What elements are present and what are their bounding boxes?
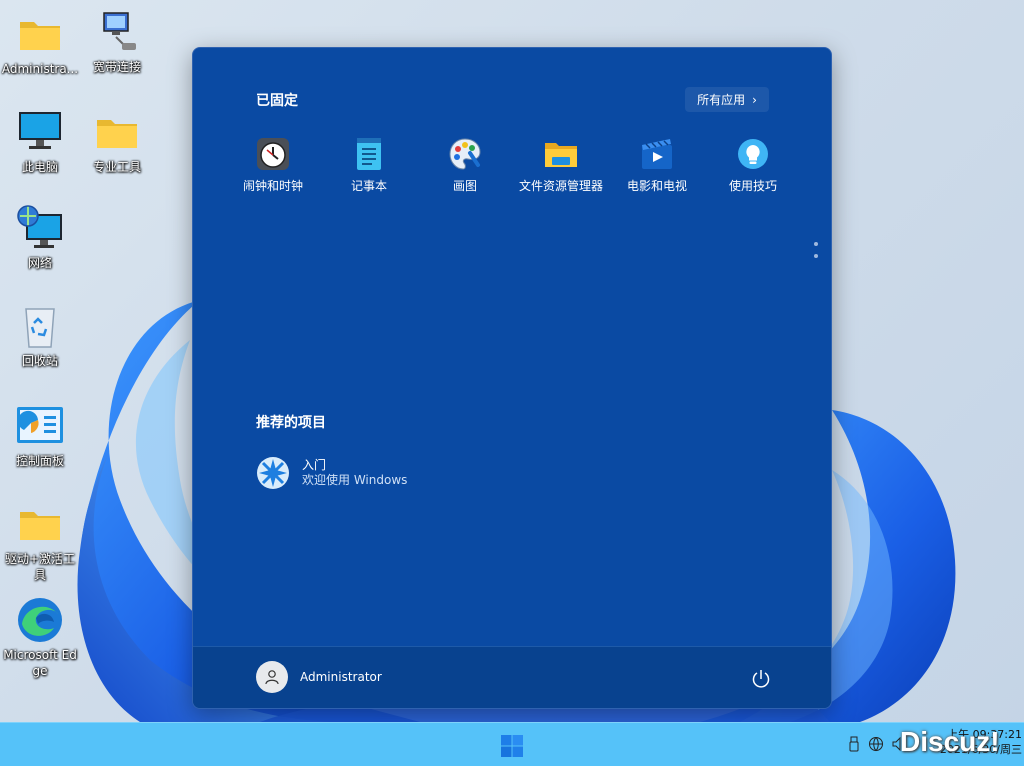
power-icon[interactable] <box>750 668 772 690</box>
system-tray <box>848 736 906 752</box>
recommended-item-title: 入门 <box>302 458 327 472</box>
start-button[interactable] <box>496 732 528 760</box>
folder-icon <box>93 108 141 156</box>
computer-icon <box>16 108 64 156</box>
recommended-item-get-started[interactable]: 入门 欢迎使用 Windows <box>256 456 407 490</box>
all-apps-label: 所有应用 <box>697 93 746 107</box>
recommended-section-title: 推荐的项目 <box>256 415 326 431</box>
desktop-icon-this-pc[interactable]: 此电脑 <box>0 108 80 175</box>
desktop-icon-broadband[interactable]: 宽带连接 <box>77 8 157 75</box>
all-apps-button[interactable]: 所有应用 › <box>685 87 769 112</box>
desktop-icon-administrator[interactable]: Administra... <box>0 10 80 77</box>
paint-icon <box>447 136 483 172</box>
pinned-section-title: 已固定 <box>256 93 298 109</box>
pinned-app-paint[interactable]: 画图 <box>417 136 513 194</box>
desktop-icon-recycle-bin[interactable]: 回收站 <box>0 302 80 369</box>
pinned-page-indicator[interactable] <box>814 242 818 266</box>
pinned-app-label: 使用技巧 <box>728 179 777 193</box>
pinned-app-label: 记事本 <box>350 179 387 193</box>
recycle-bin-icon <box>16 302 64 350</box>
folder-icon <box>16 500 64 548</box>
avatar <box>256 661 288 693</box>
pinned-app-label: 画图 <box>452 179 477 193</box>
user-icon <box>265 670 279 685</box>
pinned-app-label: 闹钟和时钟 <box>242 179 303 193</box>
taskbar: 上午 09:37:21 2021/6/30/周三 <box>0 722 1024 766</box>
pinned-app-notepad[interactable]: 记事本 <box>321 136 417 194</box>
desktop-icon-label: Administra... <box>1 62 79 76</box>
pinned-app-label: 电影和电视 <box>626 179 687 193</box>
folder-icon <box>543 136 579 172</box>
desktop-icon-label: 专业工具 <box>92 160 141 174</box>
recommended-item-subtitle: 欢迎使用 Windows <box>302 473 408 487</box>
edge-icon <box>16 596 64 644</box>
desktop-icon-label: 此电脑 <box>21 160 58 174</box>
clock-icon <box>255 136 291 172</box>
desktop-icon-pro-tools[interactable]: 专业工具 <box>77 108 157 175</box>
desktop-icon-label: 控制面板 <box>15 454 64 468</box>
pinned-app-movies-tv[interactable]: 电影和电视 <box>609 136 705 194</box>
desktop-icon-control-panel[interactable]: 控制面板 <box>0 402 80 469</box>
network-globe-icon[interactable] <box>868 736 884 752</box>
notepad-icon <box>351 136 387 172</box>
page-dot <box>814 254 818 258</box>
desktop-icon-label: 网络 <box>27 256 52 270</box>
desktop-icon-driver-tools[interactable]: 驱动+激活工具 <box>0 500 80 583</box>
user-name: Administrator <box>300 670 382 684</box>
usb-icon[interactable] <box>848 736 860 752</box>
user-account-button[interactable]: Administrator <box>256 661 382 693</box>
start-menu: 已固定 所有应用 › 闹钟和时钟 记事本 画图 文件资源管理器 电影和电视 使用… <box>192 47 832 709</box>
control-panel-icon <box>16 402 64 450</box>
network-globe-icon <box>16 204 64 252</box>
pinned-app-label: 文件资源管理器 <box>518 179 603 193</box>
pinned-app-tips[interactable]: 使用技巧 <box>705 136 801 194</box>
folder-icon <box>16 10 64 58</box>
chevron-right-icon: › <box>752 92 757 107</box>
movies-icon <box>639 136 675 172</box>
desktop-icon-network[interactable]: 网络 <box>0 204 80 271</box>
start-menu-footer: Administrator <box>193 646 831 708</box>
desktop-icon-label: 宽带连接 <box>92 60 141 74</box>
network-connection-icon <box>93 8 141 56</box>
desktop-icon-label: 驱动+激活工具 <box>4 552 76 582</box>
pinned-app-alarms-clock[interactable]: 闹钟和时钟 <box>225 136 321 194</box>
get-started-icon <box>257 457 289 489</box>
pinned-app-file-explorer[interactable]: 文件资源管理器 <box>513 136 609 194</box>
tips-icon <box>735 136 771 172</box>
page-dot <box>814 242 818 246</box>
watermark-text: Discuz! <box>900 726 1000 757</box>
desktop-icon-edge[interactable]: Microsoft Edge <box>0 596 80 679</box>
windows-logo-icon <box>501 735 523 757</box>
desktop-icon-label: Microsoft Edge <box>3 648 77 678</box>
desktop-icon-label: 回收站 <box>21 354 58 368</box>
